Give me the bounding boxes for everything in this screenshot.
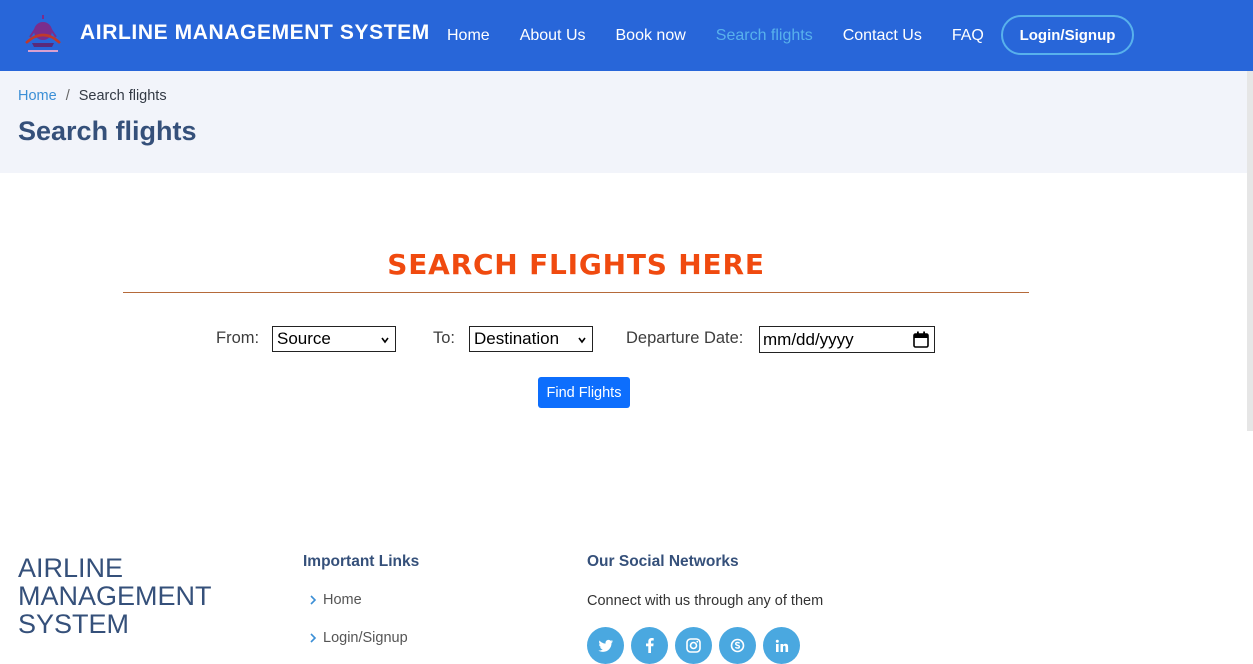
destination-select[interactable]: Destination (469, 326, 593, 352)
page-header-band: Home / Search flights Search flights (0, 71, 1253, 173)
chevron-down-icon (381, 337, 389, 344)
nav-book-now[interactable]: Book now (616, 27, 686, 45)
vertical-scrollbar[interactable] (1247, 71, 1253, 431)
chevron-right-icon (310, 633, 317, 643)
twitter-icon[interactable] (587, 627, 624, 664)
footer-brand: AIRLINE MANAGEMENT SYSTEM (18, 554, 248, 638)
to-label: To: (433, 329, 456, 347)
source-select[interactable]: Source (272, 326, 396, 352)
footer-link-label: Home (323, 592, 362, 608)
footer-brand-line: SYSTEM (18, 609, 130, 639)
chevron-down-icon (578, 337, 586, 344)
calendar-icon[interactable] (913, 331, 929, 348)
nav-search-flights[interactable]: Search flights (716, 27, 813, 45)
login-signup-button[interactable]: Login/Signup (1001, 15, 1134, 55)
linkedin-icon[interactable] (763, 627, 800, 664)
footer-link-login-signup[interactable]: Login/Signup (309, 630, 408, 646)
nav-home[interactable]: Home (447, 27, 490, 45)
top-navbar: AIRLINE MANAGEMENT SYSTEM Home About Us … (0, 0, 1253, 71)
chevron-right-icon (310, 595, 317, 605)
important-links-title: Important Links (303, 553, 420, 570)
footer-link-home[interactable]: Home (309, 592, 362, 608)
skype-icon[interactable] (719, 627, 756, 664)
nav-contact-us[interactable]: Contact Us (843, 27, 922, 45)
airline-logo-icon[interactable] (18, 13, 68, 57)
date-placeholder: mm/dd/yyyy (763, 329, 854, 349)
breadcrumb: Home / Search flights (18, 88, 167, 104)
brand-title[interactable]: AIRLINE MANAGEMENT SYSTEM (80, 21, 430, 45)
main-nav: Home About Us Book now Search flights Co… (447, 0, 1014, 71)
nav-about-us[interactable]: About Us (520, 27, 586, 45)
find-flights-button[interactable]: Find Flights (538, 377, 630, 408)
search-heading: SEARCH FLIGHTS HERE (387, 248, 765, 281)
footer-link-label: Login/Signup (323, 630, 408, 646)
heading-divider (123, 292, 1029, 293)
social-networks-text: Connect with us through any of them (587, 593, 824, 609)
social-networks-title: Our Social Networks (587, 553, 739, 570)
footer-brand-line: MANAGEMENT (18, 581, 212, 611)
footer-brand-line: AIRLINE (18, 553, 124, 583)
nav-faq[interactable]: FAQ (952, 27, 984, 45)
breadcrumb-separator: / (65, 88, 70, 104)
departure-date-input[interactable]: mm/dd/yyyy (759, 326, 935, 353)
breadcrumb-home-link[interactable]: Home (18, 88, 57, 104)
from-label: From: (216, 329, 260, 347)
source-select-value: Source (277, 329, 331, 348)
departure-date-label: Departure Date: (626, 329, 744, 347)
destination-select-value: Destination (474, 329, 560, 348)
social-icons (587, 627, 807, 664)
instagram-icon[interactable] (675, 627, 712, 664)
search-form: From: Source To: Destination Departure D… (0, 326, 1253, 353)
breadcrumb-current: Search flights (78, 88, 167, 104)
facebook-icon[interactable] (631, 627, 668, 664)
page-title: Search flights (18, 116, 197, 146)
